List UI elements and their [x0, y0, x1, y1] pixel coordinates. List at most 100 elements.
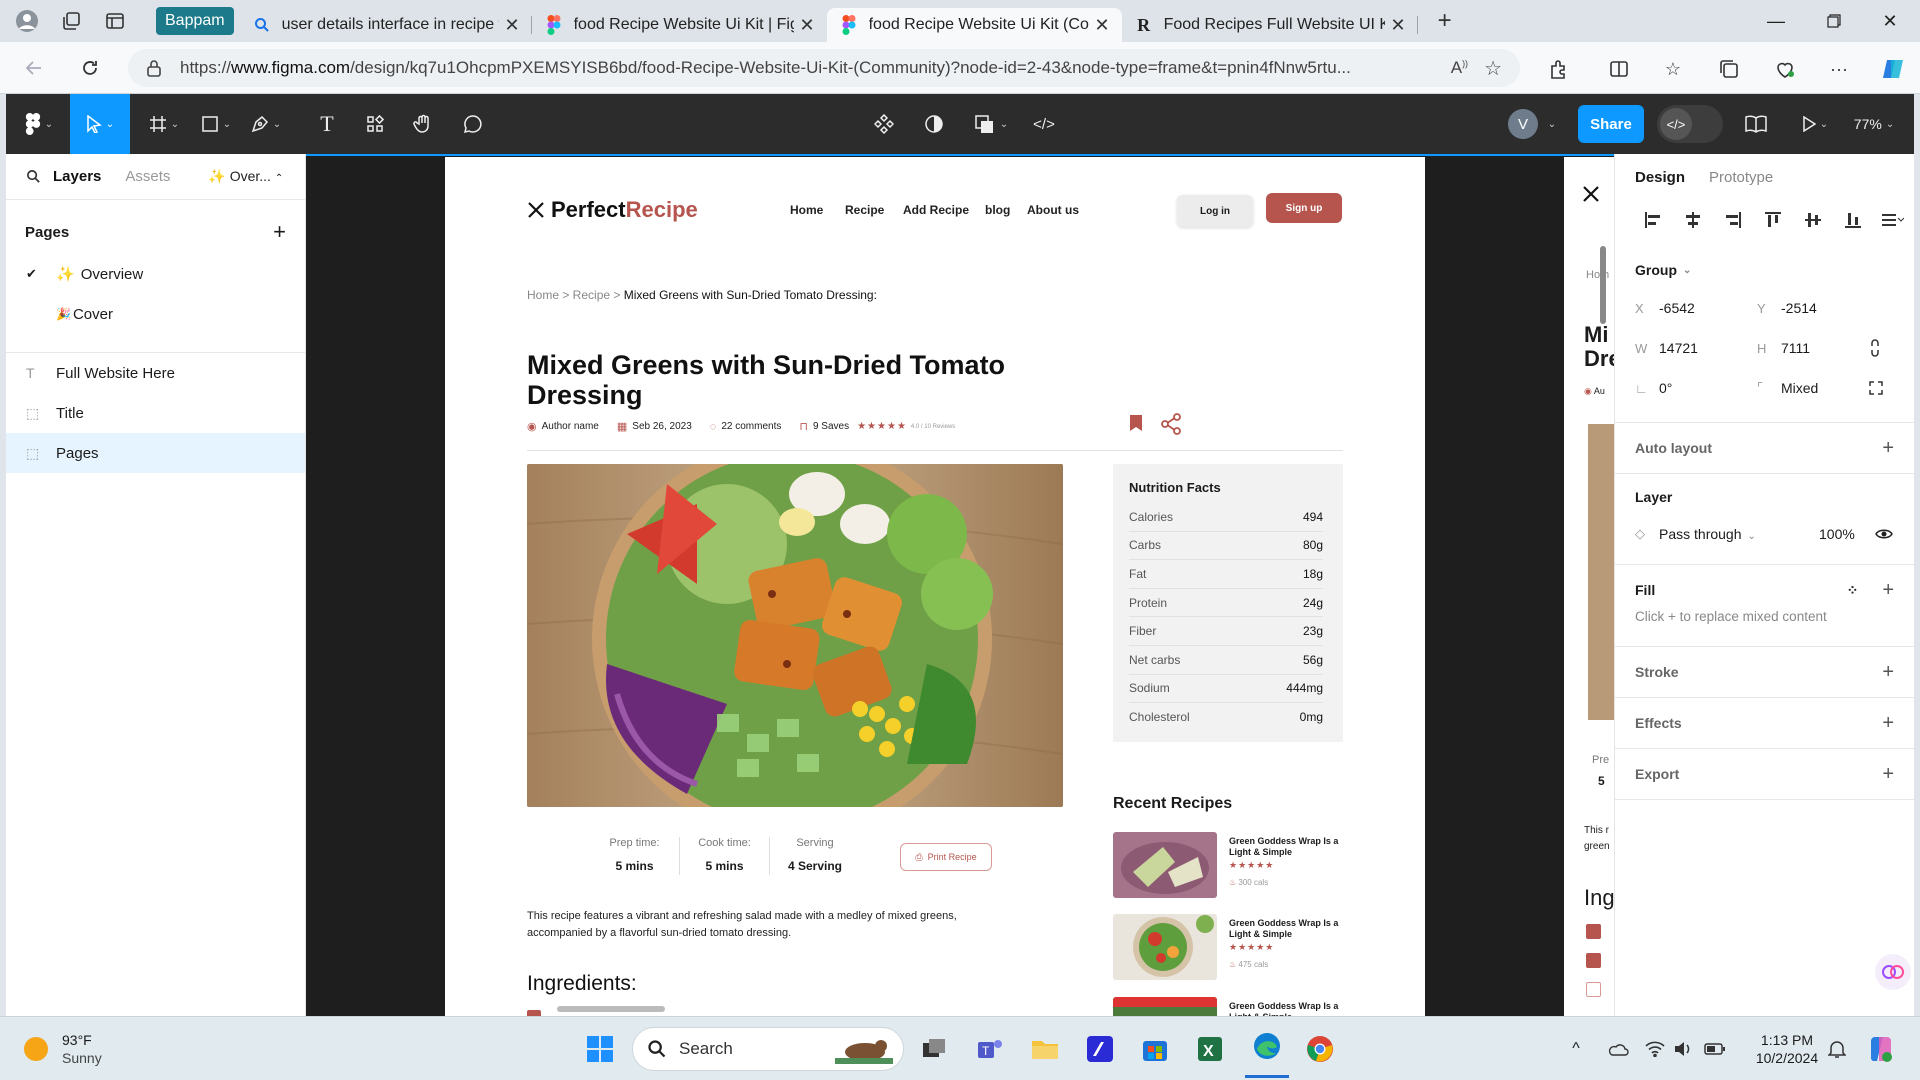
reload-icon[interactable] — [76, 54, 104, 82]
page-item-cover[interactable]: 🎉 Cover — [6, 294, 305, 334]
pen-tool-icon[interactable]: ⌄ — [246, 94, 286, 154]
teams-icon[interactable]: T — [970, 1017, 1010, 1080]
new-tab-icon[interactable]: + — [1438, 7, 1452, 35]
layer-pages[interactable]: ⬚ Pages — [6, 433, 305, 473]
layer-title[interactable]: ⬚ Title — [6, 393, 305, 433]
add-stroke-icon[interactable]: + — [1882, 661, 1894, 684]
chrome-icon[interactable] — [1300, 1017, 1340, 1080]
app-icon[interactable] — [1080, 1017, 1120, 1080]
add-effect-icon[interactable]: + — [1882, 712, 1894, 735]
recent-recipe-card[interactable]: Green Goddess Wrap Is a Light & Simple ★… — [1113, 914, 1343, 984]
opacity-field[interactable]: 100% — [1819, 526, 1875, 542]
start-icon[interactable] — [580, 1017, 620, 1080]
login-button[interactable]: Log in — [1177, 195, 1253, 227]
zoom-level[interactable]: 77% ⌄ — [1846, 94, 1902, 154]
independent-corners-icon[interactable] — [1869, 381, 1883, 395]
store-icon[interactable] — [1135, 1017, 1175, 1080]
minimize-icon[interactable]: — — [1748, 0, 1804, 42]
vertical-scrollbar[interactable] — [1600, 246, 1606, 324]
resources-icon[interactable] — [358, 94, 392, 154]
restore-icon[interactable] — [1806, 0, 1862, 42]
bookmark-icon[interactable] — [1129, 414, 1143, 432]
task-view-icon[interactable] — [914, 1017, 954, 1080]
dev-code-icon[interactable]: </> — [1026, 94, 1062, 154]
url-field[interactable]: https://www.figma.com/design/kq7u1OhcpmP… — [128, 49, 1520, 87]
align-center-h-icon[interactable] — [1673, 212, 1713, 228]
copilot-taskbar-icon[interactable] — [1864, 1017, 1898, 1080]
browser-tab-1[interactable]: user details interface in recipe web ✕ — [240, 8, 532, 42]
frame-tool-icon[interactable]: ⌄ — [144, 94, 184, 154]
ai-assistant-icon[interactable] — [1875, 954, 1911, 990]
close-window-icon[interactable]: ✕ — [1862, 0, 1918, 42]
close-icon[interactable]: ✕ — [800, 15, 815, 36]
back-icon[interactable] — [20, 54, 48, 82]
browser-tab-2[interactable]: food Recipe Website Ui Kit | Figma ✕ — [532, 8, 827, 42]
rotation-field[interactable]: 0° — [1659, 380, 1757, 396]
distribute-icon[interactable] — [1873, 212, 1913, 228]
close-icon[interactable]: ✕ — [505, 15, 520, 36]
add-auto-layout-icon[interactable]: + — [1882, 437, 1894, 460]
blend-mode-dropdown[interactable]: Pass through ⌄ — [1659, 526, 1819, 542]
shape-tool-icon[interactable]: ⌄ — [196, 94, 236, 154]
browser-essentials-icon[interactable] — [1770, 54, 1800, 84]
signup-button[interactable]: Sign up — [1266, 193, 1342, 223]
page-item-overview[interactable]: ✔ ✨ Overview — [6, 254, 305, 294]
share-icon[interactable] — [1159, 412, 1183, 436]
comment-tool-icon[interactable] — [456, 94, 490, 154]
wifi-icon[interactable] — [1642, 1017, 1668, 1080]
browser-tab-3-active[interactable]: food Recipe Website Ui Kit (Comm ✕ — [826, 8, 1122, 42]
edge-icon[interactable] — [1245, 1017, 1289, 1078]
components-icon[interactable] — [866, 94, 902, 154]
nav-about[interactable]: About us — [1027, 203, 1079, 217]
workspaces-icon[interactable] — [54, 4, 88, 38]
more-icon[interactable]: ··· — [1824, 54, 1854, 84]
align-center-v-icon[interactable] — [1793, 211, 1833, 229]
horizontal-scrollbar[interactable] — [557, 1006, 665, 1012]
recipe-page-frame[interactable]: Perfect Recipe Home Recipe Add Recipe blo… — [445, 157, 1425, 1016]
hand-tool-icon[interactable] — [406, 94, 440, 154]
tab-design[interactable]: Design — [1635, 169, 1685, 186]
avatar[interactable]: V — [1508, 109, 1538, 139]
volume-icon[interactable] — [1670, 1017, 1696, 1080]
align-left-icon[interactable] — [1633, 212, 1673, 228]
recent-recipe-card[interactable]: Green Goddess Wrap Is a Light & Simple — [1113, 997, 1343, 1016]
notification-bell-icon[interactable] — [1824, 1017, 1850, 1080]
nav-add-recipe[interactable]: Add Recipe — [903, 203, 969, 217]
battery-icon[interactable] — [1702, 1017, 1728, 1080]
copilot-icon[interactable] — [1878, 54, 1908, 84]
present-icon[interactable]: ⌄ — [1790, 94, 1840, 154]
move-tool-button[interactable]: ⌄ — [70, 94, 130, 154]
text-tool-icon[interactable]: T — [310, 94, 344, 154]
tab-assets[interactable]: Assets — [125, 168, 170, 185]
x-field[interactable]: -6542 — [1659, 300, 1757, 316]
tab-layers[interactable]: Layers — [53, 168, 101, 185]
search-icon[interactable] — [26, 169, 41, 184]
profile-icon[interactable] — [10, 4, 44, 38]
library-icon[interactable] — [1736, 94, 1776, 154]
width-field[interactable]: 14721 — [1659, 340, 1757, 356]
close-icon[interactable]: ✕ — [1391, 15, 1406, 36]
share-button[interactable]: Share — [1578, 105, 1644, 143]
page-dropdown[interactable]: ✨ Over... ⌃ — [208, 168, 283, 185]
canvas[interactable]: Perfect Recipe Home Recipe Add Recipe blo… — [306, 154, 1614, 1016]
nav-blog[interactable]: blog — [985, 203, 1010, 217]
add-export-icon[interactable]: + — [1882, 763, 1894, 786]
recent-recipe-card[interactable]: Green Goddess Wrap Is a Light & Simple ★… — [1113, 832, 1343, 902]
align-top-icon[interactable] — [1753, 211, 1793, 229]
radius-field[interactable]: Mixed — [1781, 380, 1869, 396]
extensions-icon[interactable] — [1544, 54, 1574, 84]
read-aloud-icon[interactable]: A)) — [1451, 58, 1468, 78]
tab-actions-icon[interactable] — [98, 4, 132, 38]
styles-grid-icon[interactable]: ⁘ — [1847, 582, 1859, 599]
contrast-icon[interactable] — [916, 94, 952, 154]
chevron-up-icon[interactable]: ^ — [1566, 1017, 1586, 1080]
add-fill-icon[interactable]: + — [1882, 579, 1894, 602]
tab-prototype[interactable]: Prototype — [1709, 169, 1773, 186]
taskbar-search[interactable]: Search — [632, 1027, 904, 1071]
height-field[interactable]: 7111 — [1781, 340, 1869, 356]
favorites-icon[interactable]: ☆ — [1658, 54, 1688, 84]
add-page-icon[interactable]: + — [273, 219, 286, 245]
nav-home[interactable]: Home — [790, 203, 823, 217]
file-explorer-icon[interactable] — [1025, 1017, 1065, 1080]
nav-recipe[interactable]: Recipe — [845, 203, 884, 217]
